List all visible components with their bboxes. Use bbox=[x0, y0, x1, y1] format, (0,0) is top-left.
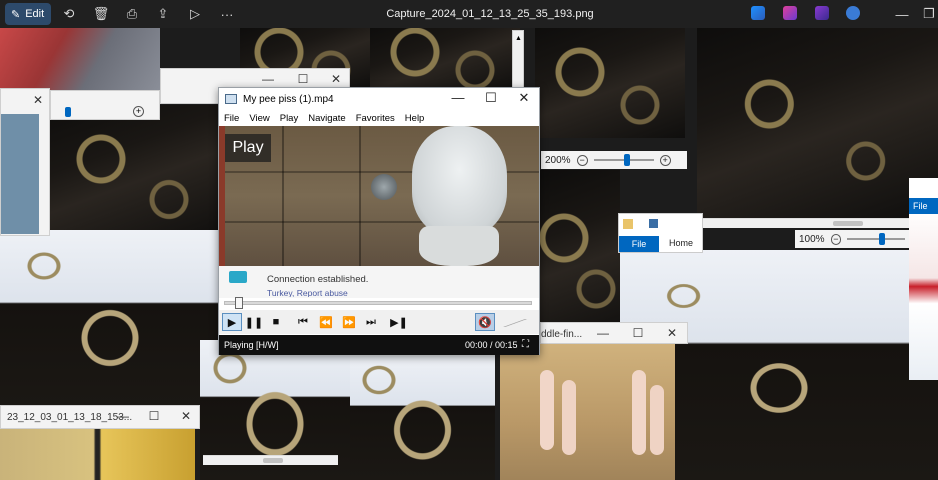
toilet-lid bbox=[412, 126, 507, 236]
seek-knob[interactable] bbox=[235, 297, 243, 309]
horizontal-scrollbar[interactable] bbox=[697, 218, 909, 228]
clipchamp-icon[interactable] bbox=[815, 6, 829, 20]
file-title: Capture_2024_01_12_13_25_35_193.png bbox=[386, 8, 594, 20]
window-left-small: ✕ bbox=[0, 88, 50, 236]
collage-tile-left-lower bbox=[0, 230, 220, 410]
tab-home[interactable]: Home bbox=[669, 238, 693, 248]
zoom-out-icon[interactable]: − bbox=[830, 233, 842, 245]
stop-button[interactable]: ■ bbox=[266, 313, 286, 331]
ribbon-window-far-right: File bbox=[909, 178, 938, 214]
restore-icon[interactable]: ❐ bbox=[920, 5, 938, 23]
notification-text: Connection established. bbox=[267, 274, 369, 285]
menu-favorites[interactable]: Favorites bbox=[356, 113, 395, 124]
collage-tile-topleft bbox=[0, 28, 160, 90]
toilet-base bbox=[419, 226, 499, 266]
save-icon[interactable] bbox=[649, 219, 658, 228]
close-icon[interactable]: ✕ bbox=[179, 409, 193, 423]
play-overlay-label: Play bbox=[225, 134, 271, 162]
app-icon bbox=[225, 94, 237, 104]
frame-step-button[interactable]: ▶❚ bbox=[389, 313, 409, 331]
scroll-up-icon[interactable]: ▲ bbox=[515, 35, 522, 42]
collage-tile-bottom-center bbox=[350, 355, 495, 480]
collage-tile-far-right bbox=[909, 210, 938, 380]
maximize-icon[interactable]: ☐ bbox=[296, 72, 310, 86]
collage-tile-top-right bbox=[535, 28, 685, 138]
player-controls: ▶ ❚❚ ■ ⏮ ⏪ ⏩ ⏭ ▶❚ 🔇 bbox=[219, 310, 539, 334]
zoom-level-label: 100% bbox=[799, 233, 825, 245]
window-topleft-zoom: + bbox=[50, 90, 160, 120]
pause-button[interactable]: ❚❚ bbox=[244, 313, 264, 331]
media-player-window: My pee piss (1).mp4 — ☐ ✕ File View Play… bbox=[218, 87, 540, 355]
camera-icon bbox=[229, 271, 247, 283]
horizontal-scrollbar[interactable] bbox=[203, 455, 338, 465]
zoom-slider-knob[interactable] bbox=[65, 107, 71, 117]
next-button[interactable]: ⏭ bbox=[361, 313, 381, 331]
paint-icon[interactable] bbox=[751, 6, 765, 20]
collage-tile-top-center2 bbox=[370, 28, 520, 88]
tab-file[interactable]: File bbox=[619, 236, 659, 252]
window-bottom-left: 23_12_03_01_13_18_153... — ☐ ✕ bbox=[0, 405, 200, 429]
menu-navigate[interactable]: Navigate bbox=[308, 113, 346, 124]
previous-button[interactable]: ⏮ bbox=[293, 313, 313, 331]
maximize-icon[interactable]: ☐ bbox=[147, 409, 161, 423]
seek-bar[interactable] bbox=[224, 297, 532, 309]
volume-slider[interactable] bbox=[501, 319, 531, 327]
close-icon[interactable]: ✕ bbox=[31, 93, 45, 107]
collage-tile-right-top bbox=[697, 28, 938, 218]
onedrive-icon[interactable] bbox=[846, 6, 860, 20]
minimize-icon[interactable]: — bbox=[116, 409, 130, 423]
close-icon[interactable]: ✕ bbox=[665, 326, 679, 340]
notification-toast: Connection established. Turkey, Report a… bbox=[219, 266, 539, 298]
minimize-icon[interactable]: — bbox=[261, 72, 275, 86]
zoom-in-icon[interactable]: + bbox=[133, 106, 144, 117]
collage-tile-center-mid bbox=[540, 170, 620, 340]
playback-time: 00:00 / 00:15 bbox=[465, 340, 518, 350]
zoom-bar-mid: 200% − + bbox=[541, 151, 687, 169]
rewind-button[interactable]: ⏪ bbox=[316, 313, 336, 331]
window-title: ddle-fin... bbox=[541, 329, 583, 340]
zoom-slider[interactable] bbox=[593, 154, 654, 166]
wall-fixture bbox=[371, 174, 397, 200]
zoom-in-icon[interactable]: + bbox=[659, 154, 671, 166]
minimize-icon[interactable]: — bbox=[893, 5, 911, 23]
player-title: My pee piss (1).mp4 bbox=[243, 93, 334, 105]
zoom-bar-right: 100% − bbox=[795, 230, 909, 248]
maximize-icon[interactable]: ☐ bbox=[480, 90, 502, 106]
play-button[interactable]: ▶ bbox=[222, 313, 242, 331]
player-statusbar: Playing [H/W] 00:00 / 00:15 ⛶ bbox=[219, 335, 539, 355]
thumbnail-strip bbox=[1, 114, 39, 234]
close-icon[interactable]: ✕ bbox=[513, 90, 535, 106]
tab-file[interactable]: File bbox=[909, 198, 938, 214]
notification-subtext[interactable]: Turkey, Report abuse bbox=[267, 288, 348, 297]
collage-tile-hands bbox=[500, 340, 675, 480]
zoom-out-icon[interactable]: − bbox=[576, 154, 588, 166]
close-icon[interactable]: ✕ bbox=[329, 72, 343, 86]
collage-tile-leftmid bbox=[50, 105, 220, 240]
player-menubar: File View Play Navigate Favorites Help bbox=[219, 110, 539, 126]
video-area[interactable]: Play bbox=[219, 126, 539, 266]
menu-play[interactable]: Play bbox=[280, 113, 298, 124]
player-titlebar[interactable]: My pee piss (1).mp4 — ☐ ✕ bbox=[219, 88, 539, 110]
app-icon bbox=[623, 219, 633, 229]
menu-view[interactable]: View bbox=[249, 113, 269, 124]
mute-button[interactable]: 🔇 bbox=[475, 313, 495, 331]
window-bottom-mid: ddle-fin... — ☐ ✕ bbox=[540, 322, 688, 344]
zoom-slider[interactable] bbox=[847, 233, 905, 245]
fullscreen-icon[interactable]: ⛶ bbox=[522, 339, 529, 350]
menu-file[interactable]: File bbox=[224, 113, 239, 124]
zoom-level-label: 200% bbox=[545, 154, 571, 166]
status-text: Playing [H/W] bbox=[224, 340, 279, 350]
collage-tile-yellow bbox=[0, 427, 195, 480]
window-top-center-scroll: ▲ bbox=[512, 30, 524, 90]
maximize-icon[interactable]: ☐ bbox=[631, 326, 645, 340]
fast-forward-button[interactable]: ⏩ bbox=[339, 313, 359, 331]
menu-help[interactable]: Help bbox=[405, 113, 425, 124]
photo-viewer-toolbar: ✎ Edit ⟲ 🗑 ⎙ ⇪ ▷ ··· Capture_2024_01_12_… bbox=[0, 0, 938, 28]
ribbon-window: File Home bbox=[618, 213, 703, 253]
designer-icon[interactable] bbox=[783, 6, 797, 20]
minimize-icon[interactable]: — bbox=[447, 90, 469, 105]
minimize-icon[interactable]: — bbox=[596, 326, 610, 340]
window-title: 23_12_03_01_13_18_153... bbox=[7, 412, 133, 423]
